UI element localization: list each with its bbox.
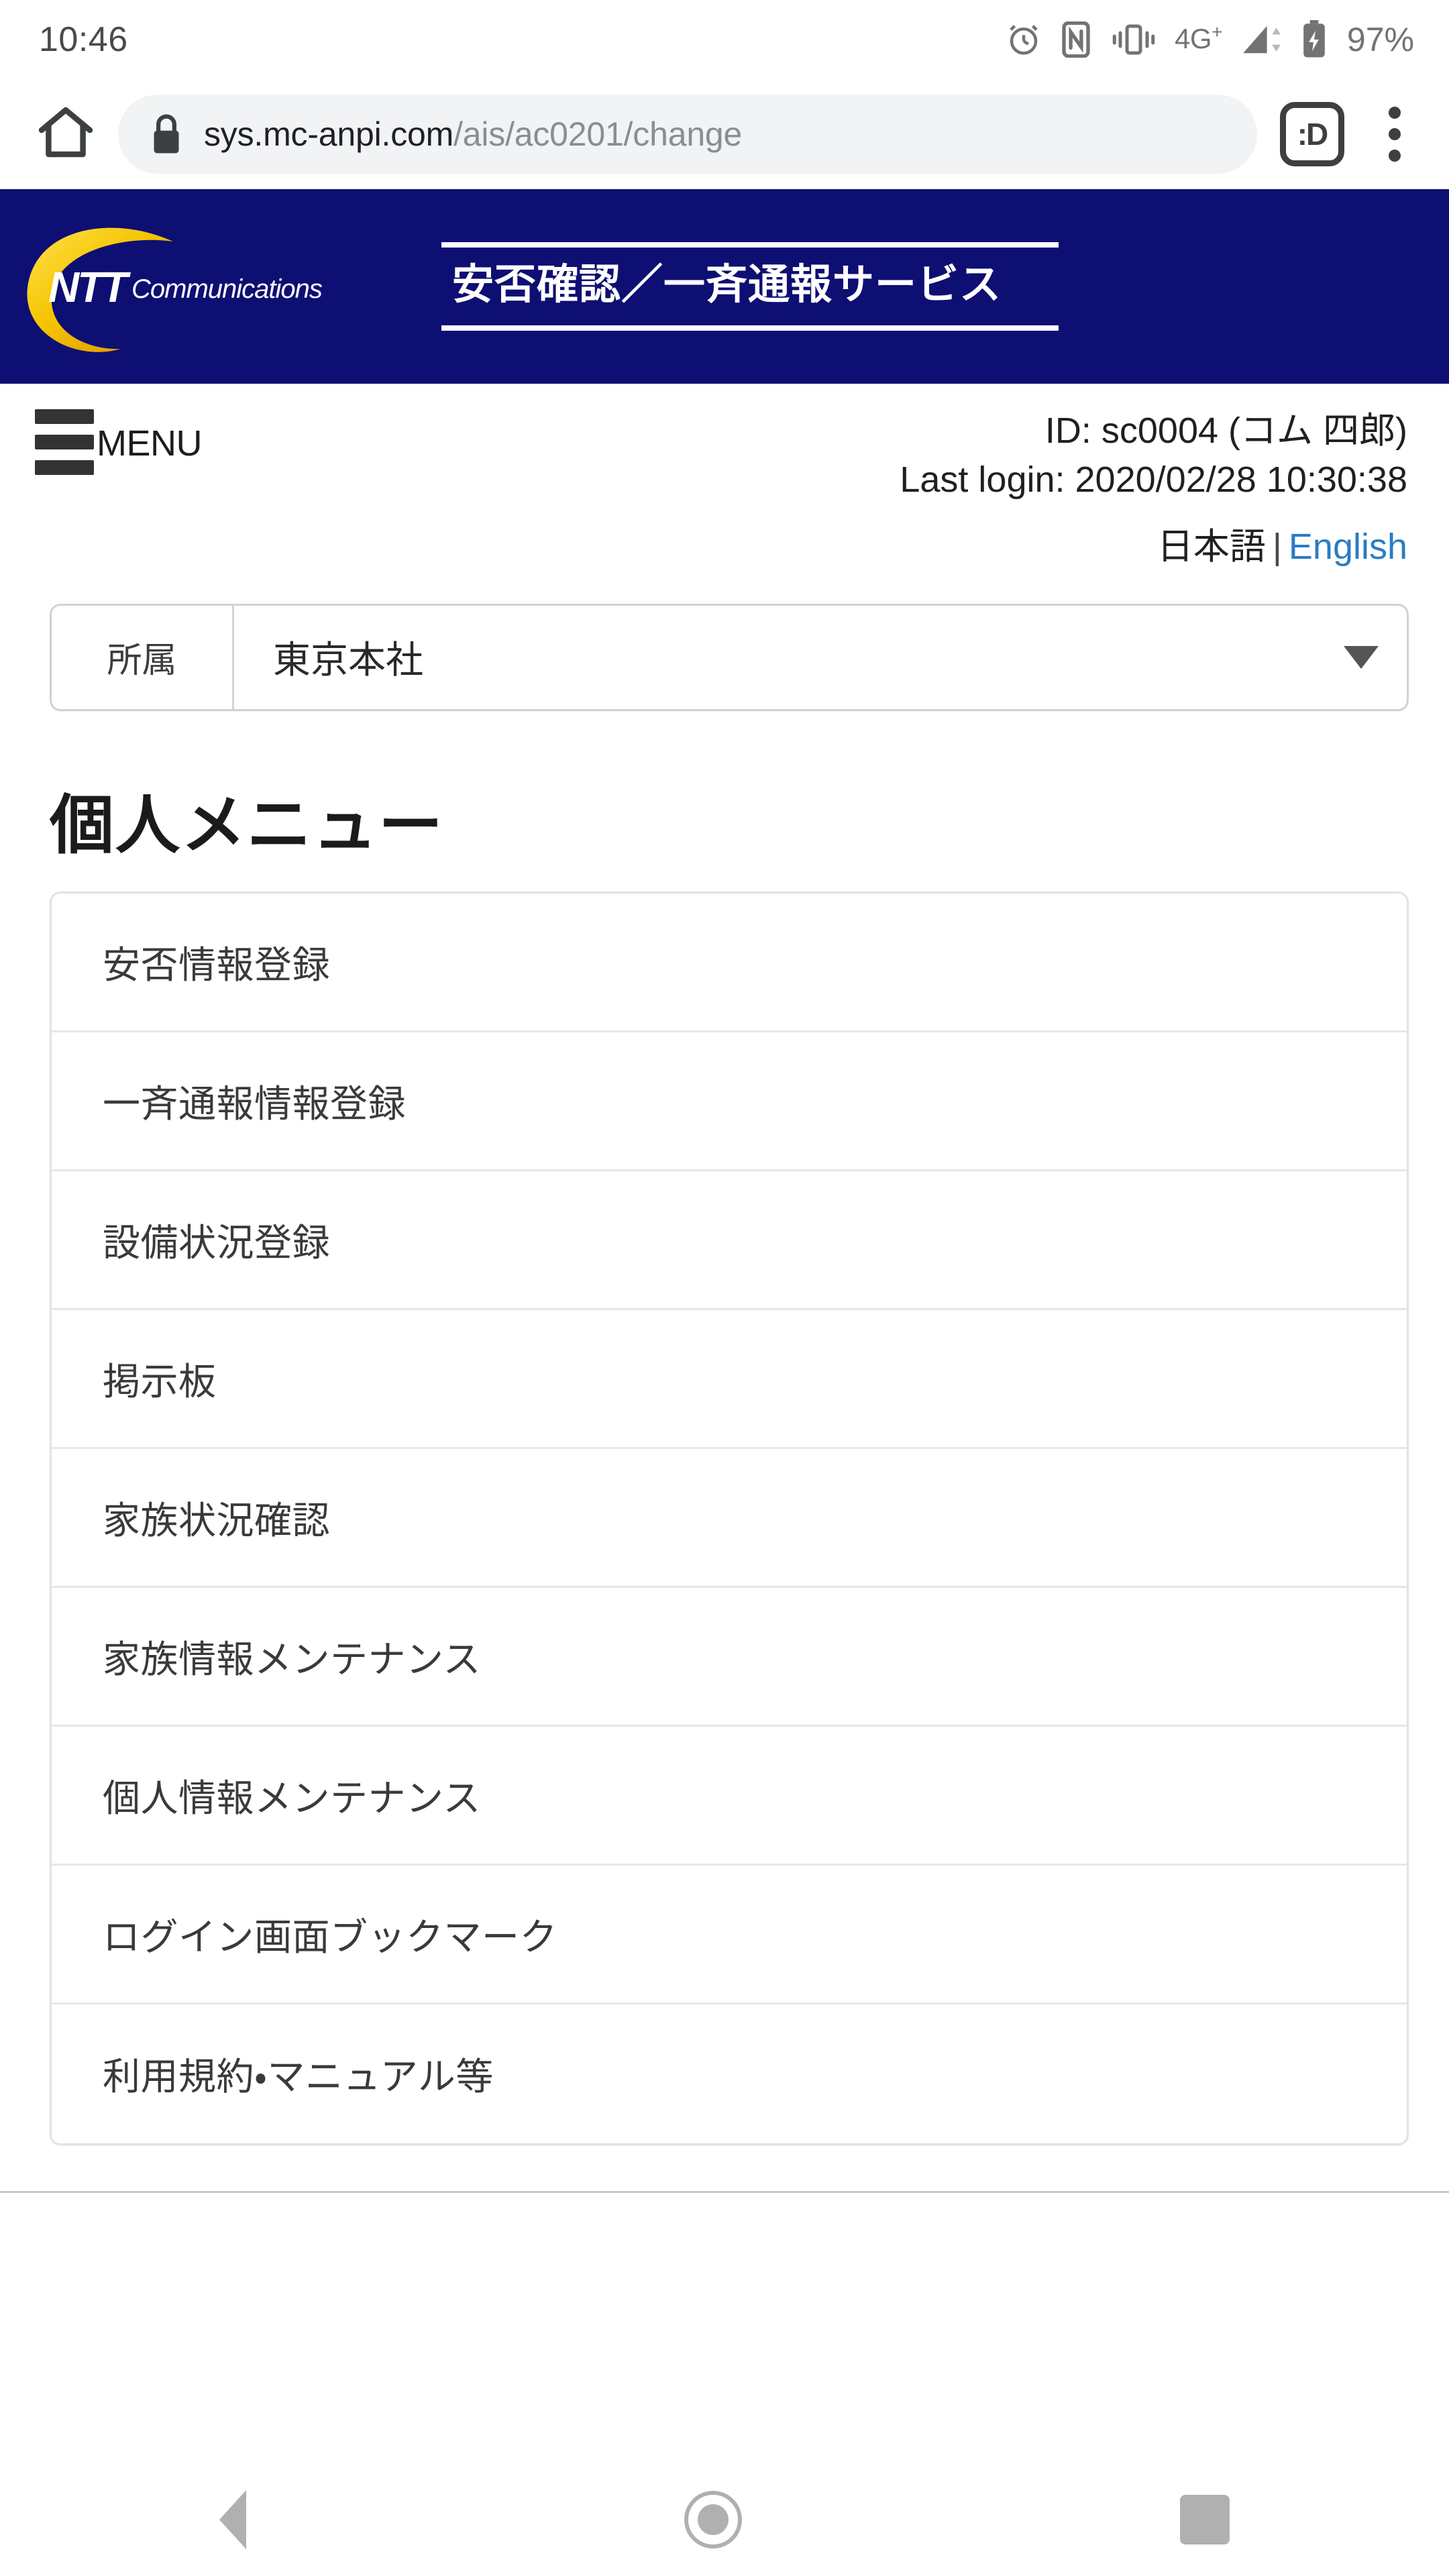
affiliation-value-row[interactable]: 東京本社 — [234, 606, 1407, 709]
android-navigation-bar — [0, 2463, 1449, 2576]
recents-square-icon — [1180, 2495, 1230, 2544]
content-bottom-divider — [0, 2191, 1449, 2194]
back-triangle-icon — [219, 2490, 246, 2549]
account-bar: MENU ID: sc0004 (コム 四郎) Last login: 2020… — [0, 384, 1449, 505]
chevron-down-icon — [1344, 645, 1379, 669]
list-item[interactable]: 安否情報登録 — [52, 894, 1407, 1033]
hamburger-icon — [35, 409, 94, 475]
affiliation-value: 東京本社 — [273, 639, 423, 682]
affiliation-label: 所属 — [52, 605, 234, 709]
list-item-label: 安否情報登録 — [103, 943, 330, 986]
nfc-icon — [1059, 21, 1093, 58]
language-separator: | — [1272, 526, 1282, 567]
list-item-label: 家族情報メンテナンス — [103, 1638, 481, 1680]
svg-text:NTT: NTT — [48, 263, 131, 311]
language-japanese[interactable]: 日本語 — [1157, 527, 1266, 567]
list-item[interactable]: ログイン画面ブックマーク — [52, 1866, 1407, 2005]
signal-bars-icon — [1240, 21, 1284, 58]
list-item[interactable]: 個人情報メンテナンス — [52, 1727, 1407, 1866]
battery-charging-icon — [1301, 20, 1327, 59]
status-bar: 10:46 4G+ 97% — [0, 0, 1449, 79]
status-bar-clock: 10:46 — [39, 20, 128, 59]
personal-menu-list: 安否情報登録 一斉通報情報登録 設備状況登録 掲示板 家族状況確認 家族情報メン… — [50, 892, 1409, 2146]
list-item-label: 個人情報メンテナンス — [103, 1776, 481, 1819]
list-item-label: ログイン画面ブックマーク — [103, 1915, 557, 1958]
user-info: ID: sc0004 (コム 四郎) Last login: 2020/02/2… — [202, 407, 1417, 505]
site-header: NTT Communications 安否確認／一斉通報サービス — [0, 189, 1449, 384]
home-icon — [34, 101, 98, 168]
list-item[interactable]: 家族情報メンテナンス — [52, 1588, 1407, 1727]
list-item[interactable]: 家族状況確認 — [52, 1449, 1407, 1589]
page-content: MENU ID: sc0004 (コム 四郎) Last login: 2020… — [0, 384, 1449, 2194]
three-dot-menu-icon — [1389, 107, 1401, 119]
list-item-label: 設備状況登録 — [103, 1221, 330, 1264]
ntt-communications-logo: NTT Communications — [13, 189, 416, 384]
list-item[interactable]: 一斉通報情報登録 — [52, 1032, 1407, 1172]
url-path: /ais/ac0201/change — [453, 115, 743, 153]
status-bar-icons: 4G+ 97% — [1006, 20, 1414, 59]
home-button-nav[interactable] — [684, 2491, 742, 2548]
language-switcher: 日本語 | English — [0, 505, 1449, 569]
url-bar[interactable]: sys.mc-anpi.com/ais/ac0201/change — [118, 95, 1257, 174]
battery-percent-label: 97% — [1346, 21, 1414, 58]
service-title: 安否確認／一斉通報サービス — [452, 261, 1002, 308]
lock-icon — [148, 112, 185, 156]
menu-button-label: MENU — [97, 423, 203, 464]
browser-toolbar: sys.mc-anpi.com/ais/ac0201/change :D — [0, 79, 1449, 189]
home-circle-icon — [684, 2491, 742, 2548]
back-button[interactable] — [219, 2490, 246, 2549]
last-login-label: Last login: 2020/02/28 10:30:38 — [900, 460, 1407, 500]
list-item-label: 利用規約・マニュアル等 — [103, 2055, 494, 2098]
user-id-label: ID: sc0004 (コム 四郎) — [1044, 411, 1407, 451]
tab-switcher-button[interactable]: :D — [1280, 102, 1344, 166]
list-item[interactable]: 利用規約・マニュアル等 — [52, 2004, 1407, 2144]
language-english[interactable]: English — [1289, 527, 1407, 567]
browser-menu-button[interactable] — [1364, 97, 1425, 171]
page-title: 個人メニュー — [50, 789, 444, 861]
url-domain: sys.mc-anpi.com — [204, 115, 454, 153]
service-title-box: 安否確認／一斉通報サービス — [441, 241, 1059, 331]
svg-text:Communications: Communications — [131, 274, 323, 304]
network-type-label: 4G+ — [1175, 21, 1222, 54]
list-item-label: 掲示板 — [103, 1360, 217, 1403]
vibrate-icon — [1110, 23, 1157, 56]
affiliation-select[interactable]: 所属 東京本社 — [50, 603, 1409, 711]
list-item[interactable]: 設備状況登録 — [52, 1171, 1407, 1311]
menu-button[interactable]: MENU — [35, 407, 203, 475]
list-item[interactable]: 掲示板 — [52, 1310, 1407, 1450]
recents-button[interactable] — [1180, 2495, 1230, 2544]
alarm-icon — [1006, 21, 1042, 58]
home-button[interactable] — [31, 101, 101, 168]
list-item-label: 家族状況確認 — [103, 1499, 330, 1542]
url-text: sys.mc-anpi.com/ais/ac0201/change — [204, 115, 742, 154]
tab-switcher-label: :D — [1297, 117, 1329, 152]
list-item-label: 一斉通報情報登録 — [103, 1082, 406, 1125]
